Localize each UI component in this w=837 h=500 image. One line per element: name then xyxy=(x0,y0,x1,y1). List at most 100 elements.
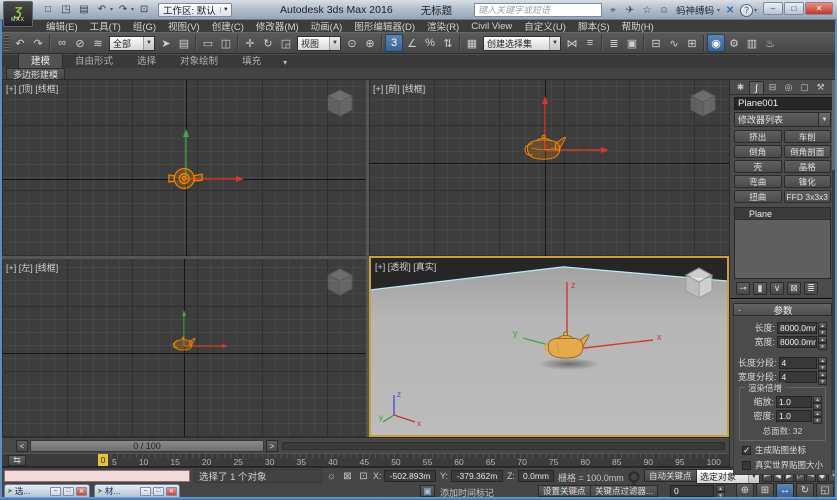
help-search-input[interactable] xyxy=(474,3,602,17)
layer-manager-icon[interactable]: ≣ xyxy=(605,34,623,52)
username[interactable]: 蚂神缚蚂 xyxy=(676,3,714,17)
viewport-label-top[interactable]: [+] [顶] [线框] xyxy=(6,82,58,95)
auto-key-button[interactable]: 自动关键点 xyxy=(644,469,697,482)
open-file-icon[interactable]: ◳ xyxy=(58,2,74,17)
key-filters-button[interactable]: 关键点过滤器... xyxy=(590,485,658,497)
track-bar[interactable]: ⇆ 0 510 1520 2530 3540 4550 5560 6570 75… xyxy=(2,453,729,467)
select-object-icon[interactable]: ➤ xyxy=(157,34,175,52)
modifier-button-bend[interactable]: 弯曲 xyxy=(734,175,782,188)
viewcube[interactable] xyxy=(322,86,358,118)
close-icon[interactable]: ✕ xyxy=(76,487,87,496)
rollout-collapse-icon[interactable]: - xyxy=(734,305,745,315)
workspace-dropdown[interactable]: 工作区: 默认 ▼ xyxy=(158,3,232,17)
ribbon-tab-selection[interactable]: 选择 xyxy=(125,52,168,68)
stack-item-plane[interactable]: Plane xyxy=(735,208,830,220)
viewport-label-perspective[interactable]: [+] [透视] [真实] xyxy=(375,260,436,273)
menu-group[interactable]: 组(G) xyxy=(127,19,162,33)
select-and-move-icon[interactable]: ✛ xyxy=(241,34,259,52)
width-field[interactable]: 8000.0mm xyxy=(777,336,817,348)
z-coordinate-field[interactable]: 0.0mm xyxy=(518,470,554,482)
length-spinner[interactable]: ▲▼ xyxy=(818,322,827,334)
named-selection-sets-icon[interactable]: ▦ xyxy=(463,34,481,52)
help-icon[interactable]: ? xyxy=(740,4,753,17)
schematic-view-icon[interactable]: ⊞ xyxy=(683,34,701,52)
rendered-frame-window-icon[interactable]: ▥ xyxy=(743,34,761,52)
modifier-button-shell[interactable]: 壳 xyxy=(734,160,782,173)
orbit-icon[interactable]: ↻ xyxy=(796,483,814,498)
current-frame-marker[interactable]: 0 xyxy=(98,454,108,466)
named-selection-set-dropdown[interactable]: 创建选择集 ▼ xyxy=(483,36,561,51)
selection-range-icon[interactable]: ⇆ xyxy=(8,455,26,466)
favorites-icon[interactable]: ☆ xyxy=(640,5,654,16)
undo-icon[interactable]: ↶ xyxy=(11,34,29,52)
scale-field[interactable]: 1.0 xyxy=(776,396,812,408)
time-slider-handle[interactable]: 0 / 100 xyxy=(30,440,264,452)
real-world-map-size-checkbox[interactable] xyxy=(742,461,751,470)
viewport-top[interactable]: [+] [顶] [线框] xyxy=(2,80,366,256)
redo-caret-icon[interactable]: ▾ xyxy=(131,6,134,13)
configure-modifier-sets-icon[interactable]: ≣ xyxy=(804,282,818,295)
hierarchy-tab-icon[interactable]: ⊟ xyxy=(765,81,780,94)
display-tab-icon[interactable]: ▢ xyxy=(797,81,812,94)
selection-filter-dropdown[interactable]: 全部 ▼ xyxy=(109,36,155,51)
viewcube[interactable] xyxy=(685,86,721,118)
maximize-button[interactable]: □ xyxy=(784,2,804,15)
generate-mapping-coords-checkbox[interactable] xyxy=(742,446,751,455)
percent-snap-icon[interactable]: % xyxy=(421,34,439,52)
utilities-tab-icon[interactable]: ⚒ xyxy=(813,81,828,94)
application-menu-button[interactable]: Ʒ MAX xyxy=(3,1,33,27)
modifier-button-taper[interactable]: 锥化 xyxy=(784,175,832,188)
isolate-selection-icon[interactable]: ☼ xyxy=(324,469,339,483)
select-by-name-icon[interactable]: ▤ xyxy=(175,34,193,52)
ribbon-tab-freeform[interactable]: 自由形式 xyxy=(63,52,125,68)
current-frame-field[interactable]: 0 xyxy=(670,485,714,497)
menu-customize[interactable]: 自定义(U) xyxy=(518,19,572,33)
frame-spinner[interactable]: ▲▼ xyxy=(716,485,725,497)
rectangular-selection-region-icon[interactable]: ▭ xyxy=(199,34,217,52)
teapot-object-left-view[interactable] xyxy=(171,335,197,352)
length-segs-spinner[interactable]: ▲▼ xyxy=(818,357,827,369)
help-caret-icon[interactable]: ▾ xyxy=(754,7,757,14)
scale-spinner[interactable]: ▲▼ xyxy=(813,396,822,408)
menu-help[interactable]: 帮助(H) xyxy=(616,19,660,33)
minimized-window-selection[interactable]: ➤ 选... – □ ✕ xyxy=(4,484,90,497)
pin-stack-icon[interactable]: ⊸ xyxy=(736,282,750,295)
width-spinner[interactable]: ▲▼ xyxy=(818,336,827,348)
select-and-link-icon[interactable]: ∞ xyxy=(53,34,71,52)
time-slider-track[interactable] xyxy=(282,442,725,450)
make-unique-icon[interactable]: ∨ xyxy=(770,282,784,295)
menu-modifiers[interactable]: 修改器(M) xyxy=(250,19,305,33)
maxscript-mini-listener[interactable] xyxy=(4,470,190,482)
viewport-left[interactable]: [+] [左] [线框] xyxy=(2,259,366,437)
redo-icon[interactable]: ↷ xyxy=(29,34,47,52)
menu-graph-editors[interactable]: 图形编辑器(D) xyxy=(348,19,421,33)
search-history-icon[interactable]: ⌖ xyxy=(606,5,620,16)
menu-civil-view[interactable]: Civil View xyxy=(465,21,518,32)
undo-icon[interactable]: ↶ xyxy=(94,2,110,17)
bind-to-space-warp-icon[interactable]: ≋ xyxy=(89,34,107,52)
minimize-icon[interactable]: – xyxy=(50,487,61,496)
y-coordinate-field[interactable]: -379.362m xyxy=(451,470,503,482)
object-name-field[interactable] xyxy=(734,97,837,110)
motion-tab-icon[interactable]: ◎ xyxy=(781,81,796,94)
modifier-list-dropdown[interactable]: 修改器列表 ▼ xyxy=(734,112,831,127)
unlink-selection-icon[interactable]: ⊘ xyxy=(71,34,89,52)
next-frame-arrow[interactable]: > xyxy=(266,440,278,452)
modify-tab-icon[interactable]: ∫ xyxy=(749,81,764,94)
close-button[interactable]: ✕ xyxy=(805,2,833,15)
modifier-button-lathe[interactable]: 车削 xyxy=(784,130,832,143)
sign-in-icon[interactable]: ✈ xyxy=(623,5,637,16)
ribbon-tab-populate[interactable]: 填充 xyxy=(230,52,273,68)
pan-icon[interactable]: ↔ xyxy=(776,483,794,498)
scene-explorer-icon[interactable]: ⊟ xyxy=(647,34,665,52)
use-pivot-point-center-icon[interactable]: ⊙ xyxy=(343,34,361,52)
modifier-button-ffd[interactable]: FFD 3x3x3 xyxy=(784,190,832,203)
length-field[interactable]: 8000.0mm xyxy=(777,322,817,334)
reference-coordinate-dropdown[interactable]: 视图 ▼ xyxy=(297,36,341,51)
spinner-snap-icon[interactable]: ⇅ xyxy=(439,34,457,52)
minimize-icon[interactable]: – xyxy=(140,487,151,496)
menu-scripting[interactable]: 脚本(S) xyxy=(572,19,616,33)
absolute-offset-toggle-icon[interactable]: ⊡ xyxy=(356,469,371,483)
zoom-icon[interactable]: ⊕ xyxy=(736,483,754,498)
density-field[interactable]: 1.0 xyxy=(776,410,812,422)
